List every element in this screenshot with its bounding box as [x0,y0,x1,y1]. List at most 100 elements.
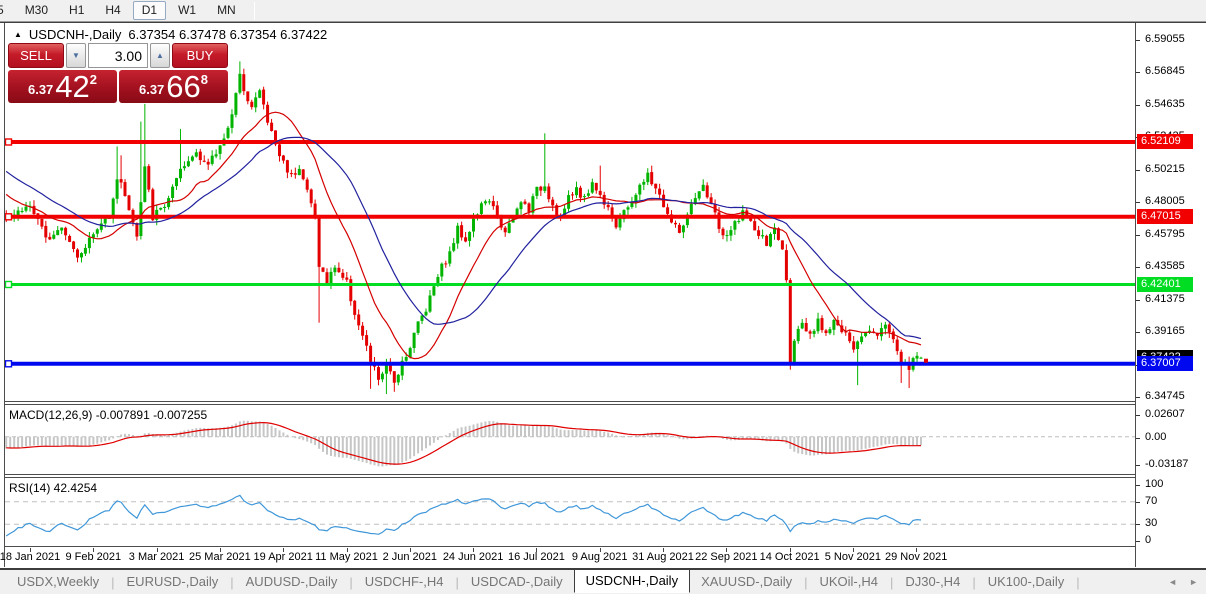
timeframe-button-h4[interactable]: H4 [96,1,129,20]
candle-body [341,273,344,278]
macd-histogram-bar [865,437,867,449]
macd-histogram-bar [389,437,391,466]
sell-price-big: 42 [55,72,89,102]
candle-body [76,250,79,258]
macd-indicator-pane[interactable]: MACD(12,26,9) -0.007891 -0.007255 [5,404,1135,475]
candle-body [365,335,368,346]
candle-body [56,230,59,235]
sell-price-box[interactable]: 6.37 42 2 [8,70,117,103]
macd-histogram-bar [908,437,910,446]
macd-histogram-bar [583,430,585,436]
candle-body [599,191,602,195]
macd-histogram-bar [112,437,114,439]
macd-histogram-bar [41,437,43,446]
macd-histogram-bar [88,437,90,446]
macd-histogram-bar [477,424,479,437]
rsi-tick-mark [1136,485,1140,486]
volume-increase-button[interactable]: ▲ [150,43,170,68]
candle-body [349,279,352,301]
tab-usdcnh-daily[interactable]: USDCNH-,Daily [574,569,690,593]
candle-body [25,207,28,211]
macd-histogram-bar [512,426,514,437]
macd-histogram-bar [120,435,122,437]
candle-body [163,207,166,208]
candle-body [805,323,808,331]
candle-body [781,240,784,249]
macd-histogram-bar [306,437,308,442]
candle-body [219,146,222,154]
candle-body [797,329,800,341]
timeframe-button-5[interactable]: 5 [0,1,13,20]
candle-body [345,278,348,280]
macd-histogram-bar [417,437,419,454]
timeframe-button-m30[interactable]: M30 [16,1,57,20]
tab-scroll-right-icon[interactable]: ► [1189,577,1198,587]
macd-histogram-bar [267,424,269,437]
candle-body [761,235,764,236]
candle-body [207,162,210,165]
buy-price-sup: 8 [201,72,208,87]
candle-body [246,91,249,101]
candle-body [524,202,527,204]
tab-xauusd-daily[interactable]: XAUUSD-,Daily [690,571,803,593]
rsi-indicator-pane[interactable]: RSI(14) 42.4254 [5,477,1135,547]
tab-usdx-weekly[interactable]: USDX,Weekly [6,571,110,593]
macd-histogram-bar [397,437,399,465]
macd-histogram-bar [338,437,340,458]
timeframe-button-mn[interactable]: MN [208,1,245,20]
tab-audusd-daily[interactable]: AUDUSD-,Daily [235,571,349,593]
macd-histogram-bar [619,436,621,437]
macd-histogram-bar [591,430,593,436]
candle-body [642,182,645,185]
tab-usdcad-daily[interactable]: USDCAD-,Daily [460,571,574,593]
date-label: 2 Jun 2021 [383,551,437,563]
macd-histogram-bar [813,437,815,456]
volume-input[interactable]: 3.00 [88,43,148,68]
macd-histogram-bar [235,424,237,437]
tab-uk100-daily[interactable]: UK100-,Daily [977,571,1076,593]
candle-body [40,219,43,227]
main-chart-pane[interactable]: ▲ USDCNH-,Daily 6.37354 6.37478 6.37354 … [5,23,1135,402]
panel-collapse-icon[interactable]: ▲ [14,31,22,39]
candle-body [817,319,820,332]
macd-histogram-bar [671,436,673,437]
price-tick-label: 6.59055 [1145,33,1185,45]
macd-histogram-bar [833,437,835,453]
macd-histogram-bar [100,437,102,443]
macd-histogram-bar [837,437,839,452]
date-label: 18 Jan 2021 [0,551,60,563]
buy-button[interactable]: BUY [172,43,228,68]
macd-histogram-bar [623,436,625,437]
tab-ukoil-h4[interactable]: UKOil-,H4 [808,571,889,593]
macd-histogram-bar [429,437,431,446]
tab-scroll-left-icon[interactable]: ◄ [1168,577,1177,587]
macd-histogram-bar [259,422,261,437]
buy-price-box[interactable]: 6.37 66 8 [119,70,228,103]
level-anchor-square [6,214,12,220]
macd-histogram-bar [9,437,11,449]
volume-decrease-button[interactable]: ▼ [66,43,86,68]
candle-body [242,74,245,91]
tab-eurusd-daily[interactable]: EURUSD-,Daily [116,571,230,593]
macd-histogram-bar [873,437,875,447]
candle-body [80,253,83,257]
candle-body [44,226,47,238]
macd-histogram-bar [599,431,601,437]
candle-body [821,318,824,330]
timeframe-button-w1[interactable]: W1 [169,1,205,20]
tab-usdchf-h4[interactable]: USDCHF-,H4 [354,571,455,593]
candle-body [405,357,408,361]
candle-body [737,221,740,222]
candle-body [884,325,887,329]
sell-button[interactable]: SELL [8,43,64,68]
candle-body [187,161,190,166]
candle-body [429,296,432,312]
macd-histogram-bar [433,437,435,443]
tab-dj30-h4[interactable]: DJ30-,H4 [894,571,971,593]
candle-body [322,267,325,271]
macd-histogram-bar [271,426,273,437]
timeframe-button-d1[interactable]: D1 [133,1,166,20]
timeframe-button-h1[interactable]: H1 [60,1,93,20]
macd-histogram-bar [488,421,490,437]
macd-histogram-bar [33,437,35,446]
